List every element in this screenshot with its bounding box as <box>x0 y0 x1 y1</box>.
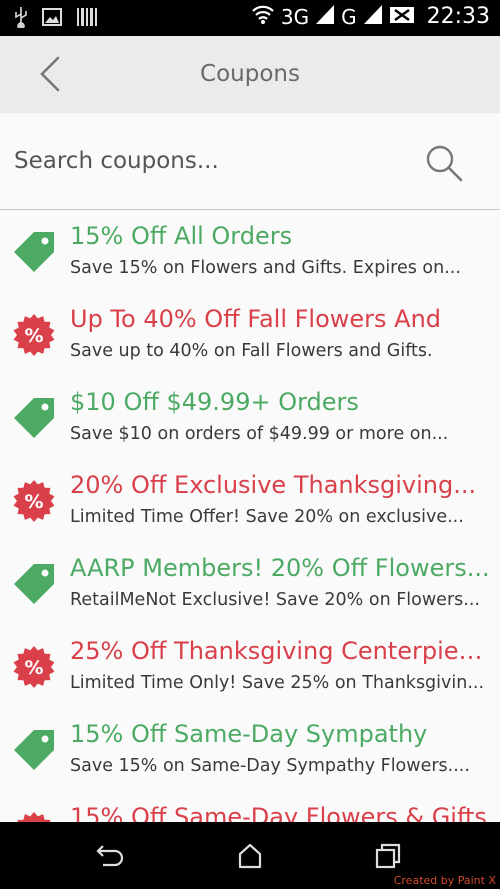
coupon-description: RetailMeNot Exclusive! Save 20% on Flowe… <box>70 590 480 610</box>
network-g-label: G <box>341 4 357 29</box>
price-tag-icon <box>12 230 56 274</box>
coupons-screen: 3G G 22:33 Coupons 15% Off All Orders Sav… <box>0 0 500 889</box>
coupon-description: Save up to 40% on Fall Flowers and Gifts… <box>70 341 433 361</box>
search-icon <box>426 145 463 182</box>
svg-text:%: % <box>24 325 43 347</box>
coupon-description: Save $10 on orders of $49.99 or more on.… <box>70 424 449 444</box>
coupon-item[interactable]: % 20% Off Exclusive Thanksgiving... Limite… <box>0 459 500 542</box>
watermark: Created by Paint X <box>393 874 496 887</box>
coupon-description: Limited Time Offer! Save 20% on exclusiv… <box>70 507 464 527</box>
chevron-left-icon <box>40 56 60 92</box>
coupon-description: Save 15% on Flowers and Gifts. Expires o… <box>70 258 461 278</box>
navigation-bar: Created by Paint X <box>0 822 500 889</box>
price-tag-icon <box>12 562 56 606</box>
coupon-title: 25% Off Thanksgiving Centerpieces <box>70 637 490 665</box>
wifi-icon <box>251 3 275 30</box>
nav-recents-button[interactable] <box>370 838 406 874</box>
coupon-title: 20% Off Exclusive Thanksgiving... <box>70 471 477 499</box>
search-input[interactable] <box>14 141 404 181</box>
price-tag-icon <box>12 728 56 772</box>
signal-icon <box>315 3 335 30</box>
battery-icon <box>389 5 415 29</box>
search-button[interactable] <box>420 141 468 185</box>
nav-back-button[interactable] <box>92 838 128 874</box>
coupon-description: Save 15% on Same-Day Sympathy Flowers...… <box>70 756 470 776</box>
coupon-item[interactable]: % 25% Off Thanksgiving Centerpieces Limite… <box>0 625 500 708</box>
image-icon <box>42 8 62 30</box>
percent-badge-icon: % <box>12 811 56 822</box>
search-bar <box>0 113 500 210</box>
network-3g-label: 3G <box>280 4 310 29</box>
svg-text:%: % <box>24 657 43 679</box>
coupon-item[interactable]: 15% Off All Orders Save 15% on Flowers an… <box>0 210 500 293</box>
svg-text:%: % <box>24 491 43 513</box>
back-button[interactable] <box>30 52 70 96</box>
coupon-item[interactable]: $10 Off $49.99+ Orders Save $10 on orders… <box>0 376 500 459</box>
coupon-item[interactable]: 15% Off Same-Day Sympathy Save 15% on Sam… <box>0 708 500 791</box>
coupon-list: 15% Off All Orders Save 15% on Flowers an… <box>0 210 500 822</box>
coupon-description: Limited Time Only! Save 25% on Thanksgiv… <box>70 673 485 693</box>
price-tag-icon <box>12 396 56 440</box>
app-bar: Coupons <box>0 36 500 113</box>
percent-badge-icon: % <box>12 479 56 523</box>
nav-home-button[interactable] <box>232 838 268 874</box>
coupon-title: 15% Off Same-Day Sympathy <box>70 720 428 748</box>
coupon-title: AARP Members! 20% Off Flowers... <box>70 554 490 582</box>
status-bar: 3G G 22:33 <box>0 0 500 36</box>
coupon-title: 15% Off Same-Day Flowers & Gifts <box>70 803 487 822</box>
percent-badge-icon: % <box>12 313 56 357</box>
status-notifications <box>14 6 98 32</box>
page-title: Coupons <box>200 61 300 87</box>
nav-recents-icon <box>375 843 401 869</box>
coupon-title: Up To 40% Off Fall Flowers And <box>70 305 442 333</box>
barcode-icon <box>76 7 98 31</box>
nav-back-icon <box>96 845 124 867</box>
coupon-title: $10 Off $49.99+ Orders <box>70 388 359 416</box>
percent-badge-icon: % <box>12 645 56 689</box>
coupon-item[interactable]: % 15% Off Same-Day Flowers & Gifts <box>0 791 500 822</box>
signal-icon-2 <box>363 3 383 30</box>
status-indicators: 3G G 22:33 <box>251 3 490 30</box>
coupon-item[interactable]: AARP Members! 20% Off Flowers... RetailMe… <box>0 542 500 625</box>
nav-home-icon <box>238 843 262 869</box>
coupon-title: 15% Off All Orders <box>70 222 293 250</box>
status-time: 22:33 <box>426 4 490 29</box>
usb-icon <box>14 6 28 32</box>
coupon-item[interactable]: % Up To 40% Off Fall Flowers And Save up t… <box>0 293 500 376</box>
